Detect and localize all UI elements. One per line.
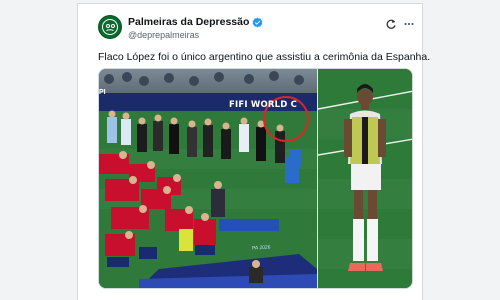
author-name-row[interactable]: Palmeiras da Depressão: [128, 15, 263, 29]
flaco-lopez-photo: [318, 69, 412, 288]
world-cup-banner-text: FIFI WORLD C: [229, 100, 298, 110]
author-display-name[interactable]: Palmeiras da Depressão: [128, 16, 249, 28]
post-media[interactable]: PI FIFI WORLD C PA 2026: [98, 68, 413, 289]
more-options-icon[interactable]: [402, 17, 416, 31]
palmeiras-logo-icon: [100, 17, 120, 37]
avatar[interactable]: [98, 15, 122, 39]
verified-badge-icon: [252, 17, 263, 28]
post-card[interactable]: Palmeiras da Depressão @deprepalmeiras F…: [77, 3, 431, 300]
banner-partial-text: PI: [99, 89, 106, 96]
author-handle[interactable]: @deprepalmeiras: [128, 30, 199, 40]
podium-board-text: PA 2026: [251, 244, 271, 252]
post-text: Flaco López foi o único argentino que as…: [98, 51, 431, 63]
grok-refresh-icon[interactable]: [384, 17, 398, 31]
